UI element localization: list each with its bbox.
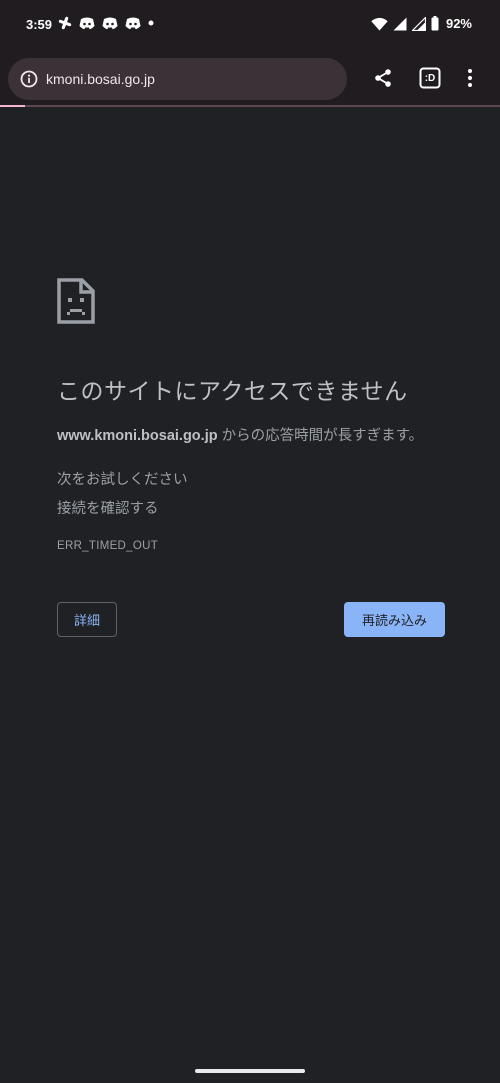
info-icon[interactable]	[20, 70, 38, 88]
load-progress-fill	[0, 105, 25, 107]
signal-icon	[411, 16, 426, 31]
signal-icon	[393, 17, 407, 30]
browser-toolbar: kmoni.bosai.go.jp :D	[0, 50, 500, 105]
discord-icon	[79, 17, 95, 29]
home-handle[interactable]	[195, 1069, 305, 1073]
error-host: www.kmoni.bosai.go.jp	[57, 428, 218, 444]
error-description-text: からの応答時間が長すぎます。	[217, 428, 424, 444]
load-progress-bar	[0, 105, 500, 107]
suggestion-item: 接続を確認する	[57, 501, 159, 517]
battery-icon	[431, 16, 439, 31]
tab-switcher-button[interactable]: :D	[418, 66, 442, 90]
reload-button[interactable]: 再読み込み	[344, 602, 445, 637]
omnibox[interactable]: kmoni.bosai.go.jp	[8, 58, 347, 100]
dot-icon	[148, 20, 154, 26]
status-time: 3:59	[26, 17, 53, 32]
status-right: 92%	[371, 16, 472, 31]
slack-icon	[58, 16, 72, 30]
gesture-nav-bar	[0, 1058, 500, 1083]
menu-button[interactable]	[458, 66, 482, 90]
sad-page-icon	[57, 278, 95, 324]
details-button[interactable]: 詳細	[57, 602, 117, 637]
error-description: www.kmoni.bosai.go.jp からの応答時間が長すぎます。	[57, 424, 445, 445]
status-bar: 3:59 92%	[0, 0, 500, 50]
tab-switcher-label: :D	[424, 72, 436, 84]
url-text[interactable]: kmoni.bosai.go.jp	[46, 71, 155, 87]
wifi-icon	[371, 17, 388, 30]
discord-icon	[102, 17, 118, 29]
error-title: このサイトにアクセスできません	[57, 378, 408, 404]
discord-icon	[125, 17, 141, 29]
error-code: ERR_TIMED_OUT	[57, 540, 159, 552]
battery-percent: 92%	[445, 16, 472, 31]
share-button[interactable]	[371, 66, 395, 90]
error-content: このサイトにアクセスできません www.kmoni.bosai.go.jp から…	[57, 278, 445, 552]
notification-icons	[58, 16, 154, 30]
browser-screen: 3:59 92% kmoni.bosai.go.jp:D このサイトにアクセス…	[0, 0, 500, 1083]
share-icon	[375, 69, 391, 87]
more-vert-icon	[468, 69, 472, 87]
suggestions-heading: 次をお試しください	[57, 472, 188, 488]
